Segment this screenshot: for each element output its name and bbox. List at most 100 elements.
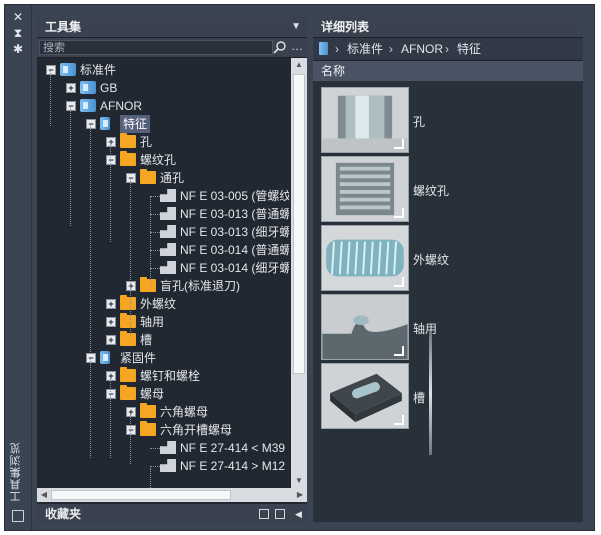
collapse-icon[interactable]: −: [106, 389, 116, 399]
scroll-down-icon[interactable]: ▼: [291, 474, 307, 488]
list-item[interactable]: 螺纹孔: [321, 156, 521, 222]
tree-item[interactable]: NF E 03-013 (细牙螺: [37, 223, 289, 241]
column-header-name[interactable]: 名称: [313, 61, 583, 81]
tree-item[interactable]: NF E 27-414 > M12: [37, 457, 289, 475]
collapse-icon[interactable]: −: [86, 119, 96, 129]
tree-item-label: NF E 03-013 (普通螺: [180, 207, 289, 221]
library-icon: [80, 81, 96, 94]
tree-item[interactable]: − 六角开槽螺母: [37, 421, 289, 439]
tree-item[interactable]: + GB: [37, 79, 289, 97]
folder-icon: [140, 169, 156, 184]
close-icon[interactable]: ✕: [11, 11, 25, 23]
tree-item-label: 六角开槽螺母: [160, 423, 233, 437]
toolset-header: 工具集 ▼: [37, 17, 307, 38]
tree-item-label: 标准件: [80, 63, 117, 77]
favorites-bar[interactable]: 收藏夹 ◀: [37, 504, 307, 524]
part-icon: [160, 243, 176, 256]
scroll-right-icon[interactable]: ▶: [293, 488, 307, 502]
list-item[interactable]: 外螺纹: [321, 225, 521, 291]
list-item[interactable]: 孔: [321, 87, 521, 153]
collapse-icon[interactable]: −: [126, 173, 136, 183]
expand-icon[interactable]: +: [126, 407, 136, 417]
tree-horizontal-scrollbar[interactable]: ◀ ▶: [37, 488, 307, 502]
folder-icon: [120, 151, 136, 166]
search-input[interactable]: [39, 40, 273, 55]
expand-icon[interactable]: +: [66, 83, 76, 93]
list-item[interactable]: 轴用: [321, 294, 521, 360]
tree-connector: [90, 124, 91, 354]
collapse-icon[interactable]: −: [126, 425, 136, 435]
tree-item[interactable]: + 孔: [37, 133, 289, 151]
folder-icon: [140, 403, 156, 418]
more-options-icon[interactable]: …: [291, 39, 303, 53]
tree-connector: [70, 106, 71, 226]
folder-icon: [120, 367, 136, 382]
tree-item[interactable]: + 槽: [37, 331, 289, 349]
dropdown-arrow-icon[interactable]: ▼: [291, 17, 301, 37]
tree-item[interactable]: NF E 27-414 < M39: [37, 439, 289, 457]
expand-icon[interactable]: +: [106, 371, 116, 381]
folder-icon: [120, 313, 136, 328]
tree-item-label: 螺母: [140, 387, 165, 401]
resize-handle[interactable]: [429, 331, 432, 455]
tree-item[interactable]: + 轴用: [37, 313, 289, 331]
scroll-up-icon[interactable]: ▲: [291, 58, 307, 72]
collapse-icon[interactable]: −: [86, 353, 96, 363]
tree-item-label: 轴用: [140, 315, 165, 329]
collapse-icon[interactable]: −: [66, 101, 76, 111]
add-favorite-icon[interactable]: [275, 509, 285, 519]
tree-item-label: 通孔: [160, 171, 185, 185]
tree-item[interactable]: − 标准件: [37, 61, 289, 79]
toolset-panel: 工具集 ▼ … −标准件+GB−AFNOR−特征+孔−螺纹孔−通孔NF E 03…: [37, 17, 307, 524]
tree-item[interactable]: + 螺钉和螺栓: [37, 367, 289, 385]
tree-item[interactable]: + 盲孔(标准退刀): [37, 277, 289, 295]
tree-item[interactable]: NF E 03-014 (细牙螺: [37, 259, 289, 277]
folder-icon: [120, 331, 136, 346]
tree-item[interactable]: − 螺纹孔: [37, 151, 289, 169]
tree-item[interactable]: − 通孔: [37, 169, 289, 187]
auto-hide-icon[interactable]: ⧗: [11, 27, 25, 39]
scroll-left-icon[interactable]: ◀: [37, 488, 51, 502]
breadcrumb-item[interactable]: AFNOR: [401, 38, 443, 60]
collapse-icon[interactable]: −: [106, 155, 116, 165]
tree-item[interactable]: − 螺母: [37, 385, 289, 403]
breadcrumb-item[interactable]: 特征: [457, 38, 481, 60]
tree-item[interactable]: NF E 03-014 (普通螺: [37, 241, 289, 259]
scrollbar-thumb[interactable]: [51, 490, 231, 500]
toolset-palette: ✕ ⧗ ✱ 工具集浏览 工具集 ▼ … −标准件+GB−AFNOR−特征+孔−螺…: [4, 4, 595, 531]
list-view-icon[interactable]: [259, 509, 269, 519]
gear-icon[interactable]: ✱: [11, 43, 25, 55]
collapse-icon[interactable]: −: [46, 65, 56, 75]
expand-icon[interactable]: +: [106, 317, 116, 327]
list-item[interactable]: 槽: [321, 363, 521, 429]
search-icon[interactable]: [273, 40, 287, 54]
expand-icon[interactable]: +: [106, 335, 116, 345]
tree-item[interactable]: + 六角螺母: [37, 403, 289, 421]
tree-item[interactable]: − 紧固件: [37, 349, 289, 367]
collapse-arrow-icon[interactable]: ◀: [295, 504, 302, 524]
tree-item-label: 螺钉和螺栓: [140, 369, 201, 383]
book-icon: [319, 42, 328, 55]
tree-item-label: 槽: [140, 333, 153, 347]
expand-icon[interactable]: +: [126, 281, 136, 291]
tree-item[interactable]: − AFNOR: [37, 97, 289, 115]
part-icon: [160, 261, 176, 274]
toolset-tree: − 标准件 + GB − AFNOR − 特征 + 孔 − 螺纹孔 − 通孔 NF E 03-005 (管螺…: [37, 58, 289, 488]
tree-item-label: 紧固件: [120, 351, 157, 365]
tree-item-label: NF E 03-005 (管螺纹: [180, 189, 289, 203]
folder-icon: [140, 421, 156, 436]
palette-menu-icon[interactable]: [12, 510, 24, 522]
tree-connector: [150, 196, 151, 286]
tree-vertical-scrollbar[interactable]: ▲ ▼: [291, 58, 307, 488]
tree-item[interactable]: − 特征: [37, 115, 289, 133]
tree-item[interactable]: + 外螺纹: [37, 295, 289, 313]
scrollbar-thumb[interactable]: [293, 74, 305, 374]
threaded-hole-thumbnail-icon: [321, 156, 409, 222]
expand-icon[interactable]: +: [106, 137, 116, 147]
part-icon: [160, 441, 176, 454]
expand-icon[interactable]: +: [106, 299, 116, 309]
breadcrumb-item[interactable]: 标准件: [347, 38, 383, 60]
tree-connector: [110, 378, 111, 458]
tree-item[interactable]: NF E 03-013 (普通螺: [37, 205, 289, 223]
tree-item[interactable]: NF E 03-005 (管螺纹: [37, 187, 289, 205]
